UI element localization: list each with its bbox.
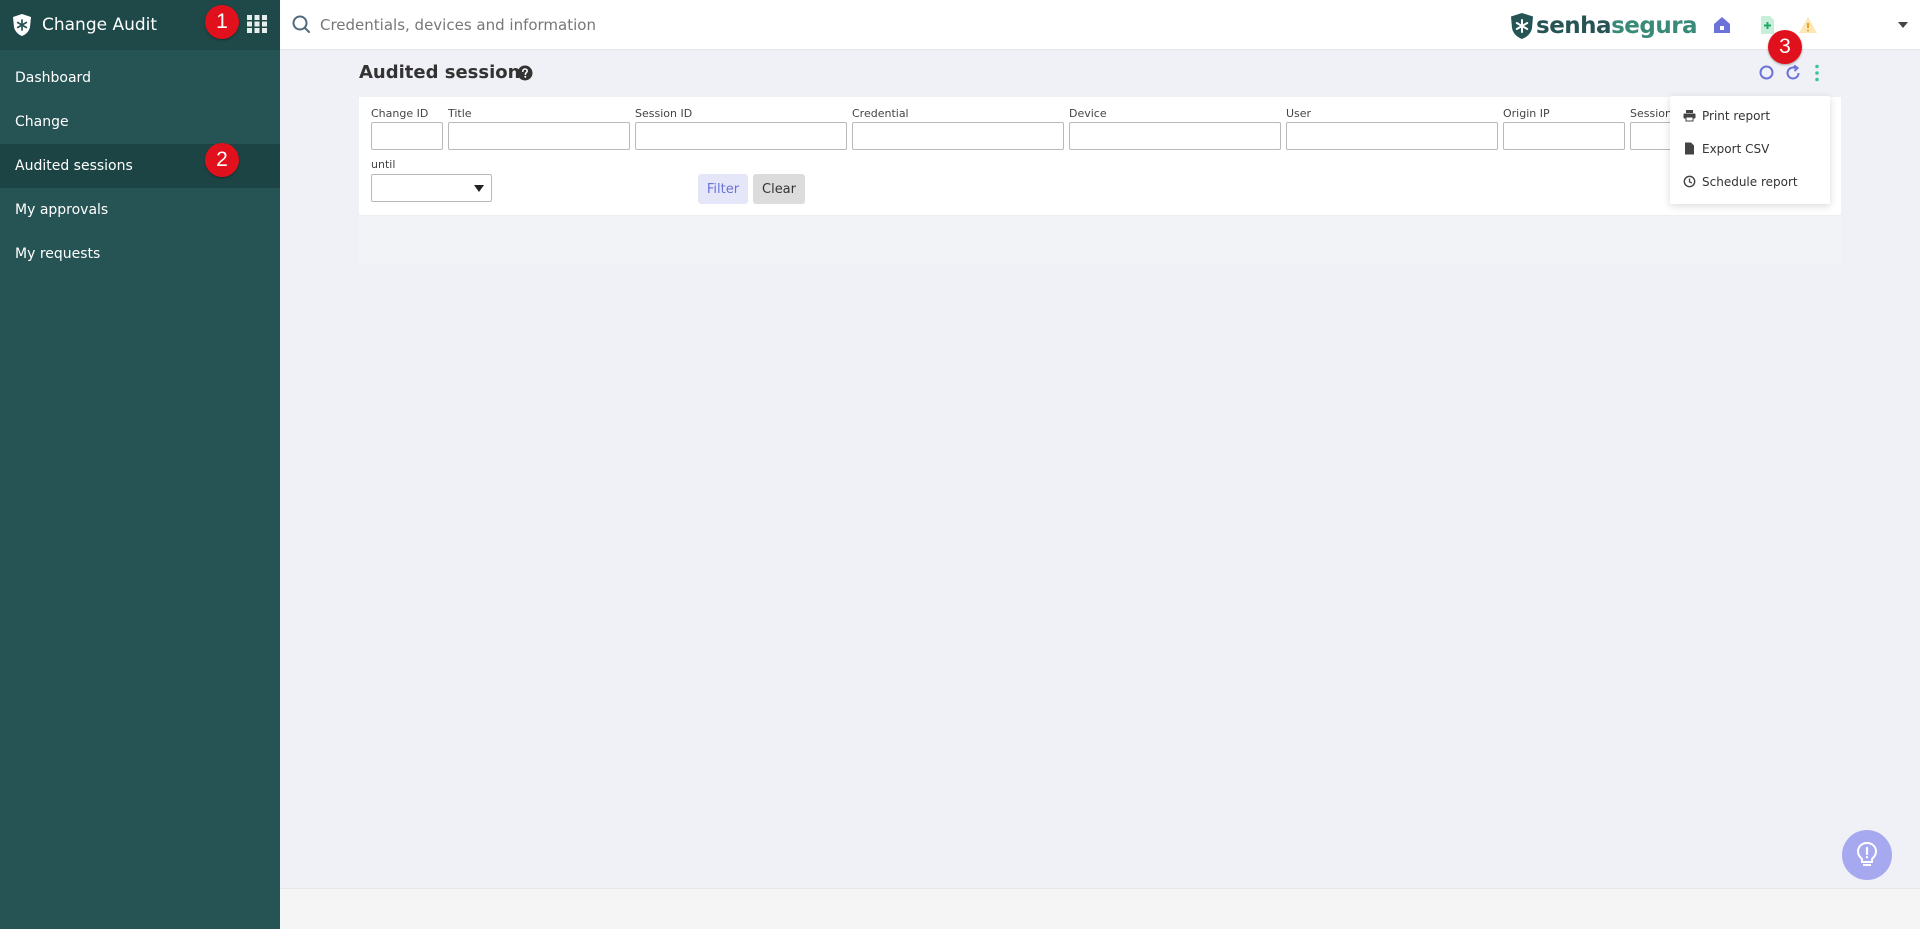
annotation-marker-2: 2 <box>205 143 239 177</box>
title-input[interactable] <box>448 122 630 150</box>
menu-item-export-csv[interactable]: Export CSV <box>1670 132 1830 165</box>
filter-label: Origin IP <box>1503 107 1550 120</box>
sidebar-item-change[interactable]: Change <box>0 100 280 144</box>
sidebar-nav: Dashboard Change Audited sessions My app… <box>0 56 280 276</box>
sidebar-item-label: Change <box>15 114 69 130</box>
annotation-marker-1: 1 <box>205 5 239 39</box>
sidebar-item-label: Dashboard <box>15 70 91 86</box>
refresh-icon[interactable] <box>1784 64 1802 82</box>
global-search-input[interactable] <box>320 11 1020 39</box>
filter-panel: Change ID Title Session ID Credential De… <box>359 97 1841 265</box>
sidebar-item-my-approvals[interactable]: My approvals <box>0 188 280 232</box>
sidebar-item-audited-sessions[interactable]: Audited sessions <box>0 144 280 188</box>
search-icon <box>292 15 310 33</box>
more-options-icon[interactable] <box>1808 64 1826 82</box>
home-icon[interactable] <box>1711 14 1733 36</box>
clear-button[interactable]: Clear <box>753 174 805 204</box>
filter-results-area <box>359 215 1841 265</box>
shield-logo-icon <box>13 14 31 36</box>
tips-button[interactable] <box>1842 830 1892 880</box>
menu-item-label: Export CSV <box>1702 141 1770 156</box>
brand-wordmark-part: senha <box>1536 13 1612 39</box>
filter-session-id: Session ID <box>635 107 847 150</box>
change-id-input[interactable] <box>371 122 443 150</box>
until-select[interactable] <box>371 174 492 202</box>
search-icon[interactable] <box>1758 64 1776 82</box>
filter-label: User <box>1286 107 1312 120</box>
filter-button[interactable]: Filter <box>698 174 748 204</box>
filter-title: Title <box>448 107 630 150</box>
until-label: until <box>371 158 396 171</box>
filter-change-id: Change ID <box>371 107 443 150</box>
printer-icon <box>1683 110 1696 122</box>
brand-wordmark: senhasegura <box>1536 13 1698 39</box>
sidebar-item-my-requests[interactable]: My requests <box>0 232 280 276</box>
menu-item-label: Schedule report <box>1702 174 1798 189</box>
chevron-down-icon[interactable] <box>1897 20 1909 30</box>
sidebar-item-label: My approvals <box>15 202 109 218</box>
filter-label: Device <box>1069 107 1107 120</box>
apps-grid-icon[interactable] <box>246 13 268 35</box>
filter-credential: Credential <box>852 107 1064 150</box>
file-icon <box>1685 142 1694 155</box>
brand-shield-icon <box>1511 13 1533 39</box>
footer <box>280 888 1920 929</box>
app-title: Change Audit <box>42 15 158 35</box>
filter-user: User <box>1286 107 1498 150</box>
origin-ip-input[interactable] <box>1503 122 1625 150</box>
options-dropdown-menu: Print report Export CSV Schedule report <box>1670 96 1830 204</box>
brand-logo: senhasegura <box>1510 11 1698 41</box>
sidebar: Change Audit Dashboard Change Audited se… <box>0 0 280 929</box>
filter-label: Title <box>448 107 472 120</box>
sidebar-item-dashboard[interactable]: Dashboard <box>0 56 280 100</box>
filter-label: Credential <box>852 107 909 120</box>
filter-device: Device <box>1069 107 1281 150</box>
top-bar: senhasegura <box>280 0 1920 50</box>
credential-input[interactable] <box>852 122 1064 150</box>
menu-item-label: Print report <box>1702 108 1771 123</box>
filter-label: Session ID <box>635 107 693 120</box>
session-id-input[interactable] <box>635 122 847 150</box>
clock-icon <box>1683 175 1696 188</box>
lightbulb-icon <box>1856 841 1878 866</box>
brand-wordmark-part: segura <box>1611 13 1698 39</box>
menu-item-print-report[interactable]: Print report <box>1670 99 1830 132</box>
user-input[interactable] <box>1286 122 1498 150</box>
page-title: Audited sessions <box>359 62 532 83</box>
help-icon[interactable] <box>517 65 533 81</box>
annotation-marker-3: 3 <box>1768 30 1802 64</box>
chevron-down-icon <box>474 185 484 192</box>
sidebar-item-label: Audited sessions <box>15 158 133 174</box>
menu-item-schedule-report[interactable]: Schedule report <box>1670 165 1830 198</box>
sidebar-item-label: My requests <box>15 246 101 262</box>
filter-label: Change ID <box>371 107 429 120</box>
device-input[interactable] <box>1069 122 1281 150</box>
warning-icon[interactable] <box>1797 14 1819 36</box>
filter-origin-ip: Origin IP <box>1503 107 1625 150</box>
